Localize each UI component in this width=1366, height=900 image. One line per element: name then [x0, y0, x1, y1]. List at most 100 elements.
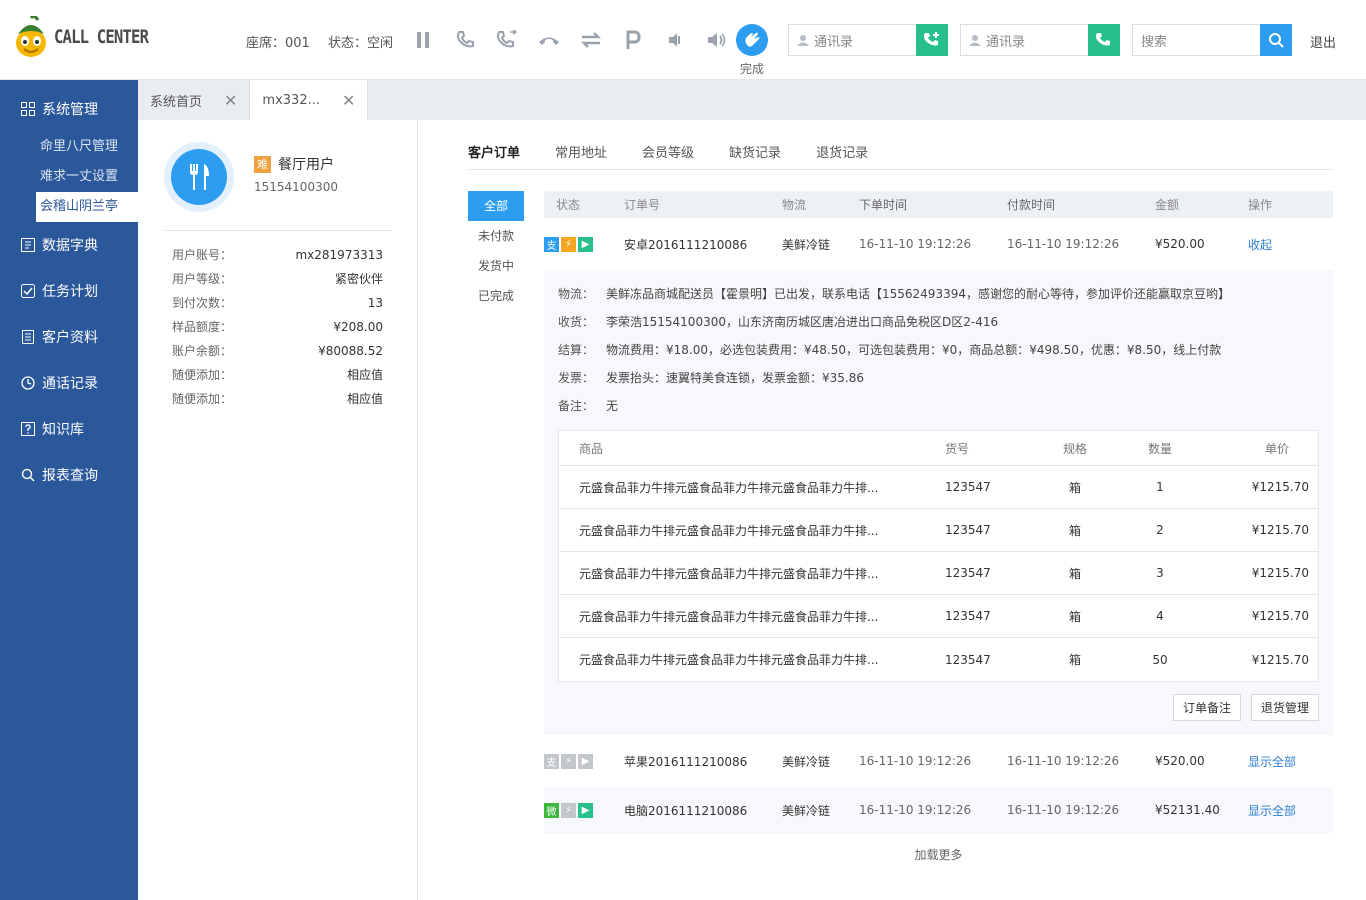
express-icon: ⚡	[561, 802, 576, 818]
show-all-link[interactable]: 显示全部	[1248, 802, 1333, 819]
logout-link[interactable]: 退出	[1310, 32, 1336, 51]
collapse-link[interactable]: 收起	[1248, 236, 1333, 253]
return-management-button[interactable]: 退货管理	[1250, 694, 1319, 721]
express-icon: ⚡	[561, 753, 576, 769]
logo-text: CALL CENTER	[54, 26, 149, 48]
volume-button[interactable]	[696, 24, 738, 56]
sidebar-subitem-2[interactable]: 会稽山阴兰亭	[36, 192, 138, 222]
pay-time: 16-11-10 19:12:26	[1007, 237, 1120, 251]
pay-time: 16-11-10 19:12:26	[1007, 803, 1120, 817]
items-header: 商品 货号 规格 数量 单价	[559, 431, 1318, 466]
sidebar-item-tasks[interactable]: 任务计划	[0, 268, 138, 314]
payment-icon: 支	[544, 236, 559, 252]
wechat-pay-icon: 微	[544, 802, 559, 818]
tab-shortage[interactable]: 缺货记录	[729, 142, 781, 170]
microphone-mute-icon	[669, 33, 680, 47]
filter-all[interactable]: 全部	[468, 191, 524, 221]
sidebar-item-customers[interactable]: 客户资料	[0, 314, 138, 360]
tab-home[interactable]: 系统首页 ✕	[138, 80, 251, 120]
phone-icon	[457, 31, 474, 48]
user-icon	[797, 35, 809, 46]
info-row: 账户余额： ¥80088.52	[172, 344, 383, 358]
order-amount: ¥52131.40	[1155, 803, 1220, 817]
park-button[interactable]	[612, 24, 654, 56]
document-icon	[21, 330, 34, 344]
order-number: 苹果2016111210086	[624, 754, 748, 769]
tab-addresses[interactable]: 常用地址	[555, 142, 607, 170]
order-amount: ¥520.00	[1155, 754, 1205, 768]
tab-membership[interactable]: 会员等级	[642, 142, 694, 170]
order-logistics: 美鲜冷链	[782, 803, 831, 818]
dial-button[interactable]	[1088, 24, 1120, 56]
detail-invoice: 发票： 发票抬头：速翼特美食连锁，发票金额：¥35.86	[558, 371, 864, 385]
sidebar: 系统管理 命里八尺管理 难求一丈设置 会稽山阴兰亭 数据字典 任务计划 客户资料…	[0, 80, 138, 900]
sidebar-item-knowledge[interactable]: 知识库	[0, 406, 138, 452]
phone-icon	[1096, 33, 1110, 46]
main-content: 客户订单 常用地址 会员等级 缺货记录 退货记录 全部 未付款 发货中 已完成 …	[418, 120, 1366, 900]
show-all-link[interactable]: 显示全部	[1248, 753, 1333, 770]
item-row: 元盛食品菲力牛排元盛食品菲力牛排元盛食品菲力牛排... 123547 箱 4 ¥1215…	[559, 595, 1318, 638]
express-icon: ⚡	[561, 236, 576, 252]
add-call-button[interactable]	[916, 24, 948, 56]
sidebar-subitem-0[interactable]: 命里八尺管理	[0, 132, 138, 162]
order-row: 支 ⚡ ▶ 苹果2016111210086 美鲜冷链 16-11-10 19:1…	[544, 735, 1333, 787]
close-icon[interactable]: ✕	[342, 91, 355, 110]
filter-unpaid[interactable]: 未付款	[468, 221, 524, 251]
pause-button[interactable]	[402, 24, 444, 56]
sidebar-item-system[interactable]: 系统管理	[0, 86, 138, 132]
order-remark-button[interactable]: 订单备注	[1172, 694, 1241, 721]
seat-number: 座席：001	[246, 36, 310, 51]
speaker-icon	[708, 33, 726, 47]
sidebar-item-dictionary[interactable]: 数据字典	[0, 222, 138, 268]
filter-shipping[interactable]: 发货中	[468, 251, 524, 281]
orders-table: 状态 订单号 物流 下单时间 付款时间 金额 操作 支 ⚡ ▶ 安卓201611…	[544, 191, 1333, 833]
filter-completed[interactable]: 已完成	[468, 281, 524, 311]
order-logistics: 美鲜冷链	[782, 754, 831, 769]
hangup-button[interactable]	[528, 24, 570, 56]
sidebar-item-reports[interactable]: 报表查询	[0, 452, 138, 498]
park-icon	[626, 30, 641, 49]
tab-orders[interactable]: 客户订单	[468, 142, 520, 170]
tab-customer[interactable]: mx332... ✕	[250, 80, 369, 120]
swap-arrows-icon	[580, 32, 602, 48]
order-detail: 物流： 美鲜冻品商城配送员【霍景明】已出发，联系电话【15562493394，感谢…	[544, 270, 1333, 735]
sidebar-item-call-log[interactable]: 通话记录	[0, 360, 138, 406]
contact-input-1[interactable]: 通讯录	[788, 24, 916, 56]
user-icon	[969, 35, 981, 46]
phone-add-icon	[924, 32, 939, 46]
done-button[interactable]	[736, 24, 768, 56]
hand-wave-icon	[745, 32, 760, 47]
task-icon	[20, 284, 35, 298]
search-box: 搜索	[1132, 24, 1292, 56]
search-icon	[21, 468, 35, 482]
pause-icon	[417, 32, 429, 48]
info-row: 用户账号： mx281973313	[172, 248, 383, 262]
sidebar-subitem-1[interactable]: 难求一丈设置	[0, 162, 138, 192]
shipping-flag-icon: ▶	[578, 802, 593, 818]
customer-profile: 难 餐厅用户 15154100300 用户账号： mx281973313 用户等级…	[138, 120, 418, 900]
swap-button[interactable]	[570, 24, 612, 56]
mute-button[interactable]	[654, 24, 696, 56]
detail-remark: 备注：无	[558, 399, 619, 413]
order-number: 安卓2016111210086	[624, 237, 748, 252]
pay-time: 16-11-10 19:12:26	[1007, 754, 1120, 768]
search-button[interactable]	[1260, 24, 1292, 56]
contact-input-2[interactable]: 通讯录	[960, 24, 1088, 56]
contact-dial-box-2: 通讯录	[960, 24, 1120, 56]
search-input[interactable]: 搜索	[1132, 24, 1260, 56]
order-number: 电脑2016111210086	[624, 803, 748, 818]
item-row: 元盛食品菲力牛排元盛食品菲力牛排元盛食品菲力牛排... 123547 箱 1 ¥1215…	[559, 466, 1318, 509]
order-items-table: 商品 货号 规格 数量 单价 元盛食品菲力牛排元盛食品菲力牛排元盛食品菲力牛排.…	[558, 430, 1319, 682]
info-row: 到付次数： 13	[172, 296, 383, 310]
call-toolbar	[402, 24, 738, 56]
shipping-flag-icon: ▶	[578, 753, 593, 769]
load-more-link[interactable]: 加载更多	[544, 846, 1333, 863]
order-row: 微 ⚡ ▶ 电脑2016111210086 美鲜冷链 16-11-10 19:1…	[544, 787, 1333, 833]
transfer-call-button[interactable]	[486, 24, 528, 56]
detail-actions: 订单备注 退货管理	[558, 694, 1319, 721]
tab-returns[interactable]: 退货记录	[816, 142, 868, 170]
order-status-icons: 支 ⚡ ▶	[544, 753, 624, 769]
call-button[interactable]	[444, 24, 486, 56]
agent-status: 状态：空闲	[327, 36, 393, 51]
close-icon[interactable]: ✕	[224, 91, 237, 110]
